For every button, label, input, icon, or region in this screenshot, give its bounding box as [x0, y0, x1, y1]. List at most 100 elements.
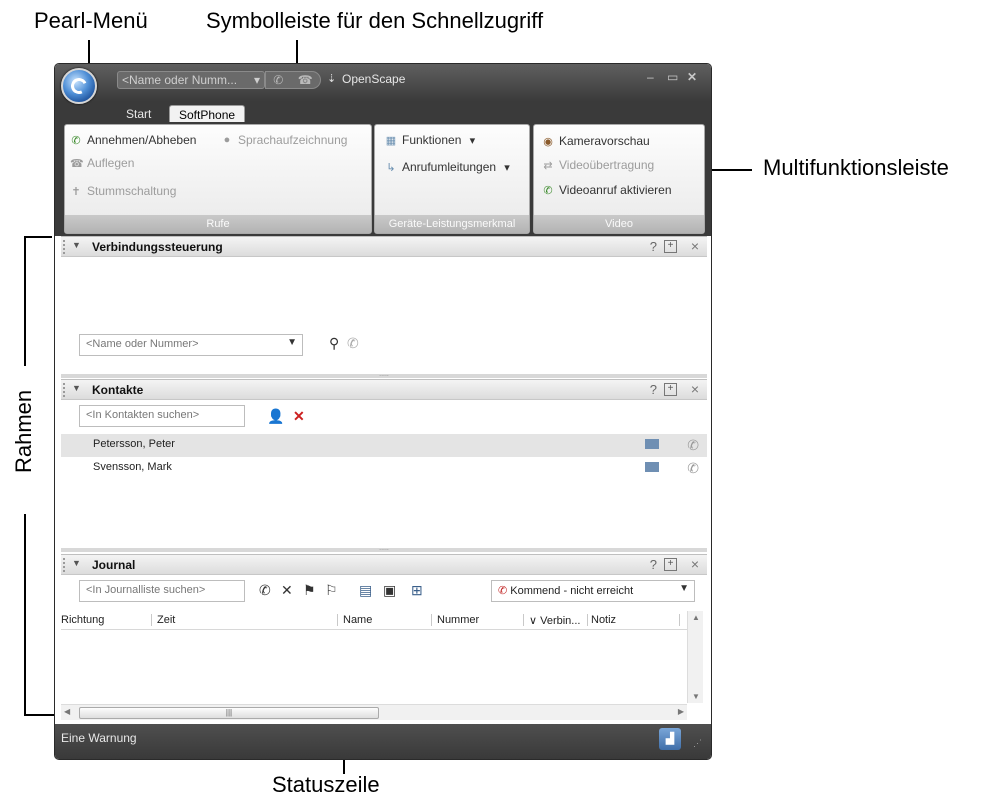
contact-row[interactable]: Petersson, Peter ✆ [61, 434, 707, 457]
panel-body-connection [61, 258, 707, 374]
scroll-left-icon[interactable]: ◀ [64, 707, 70, 716]
scroll-down-icon[interactable]: ▼ [692, 692, 700, 701]
drag-grip-icon[interactable] [63, 383, 66, 397]
journal-filter-select[interactable]: ✆ Kommend - nicht erreicht ▼ [491, 580, 695, 602]
chevron-down-icon: ▾ [504, 161, 510, 174]
keypad-icon: ▦ [385, 134, 397, 147]
journal-search-input[interactable]: <In Journalliste suchen> [79, 580, 245, 602]
sort-icon: ∨ [529, 615, 541, 627]
collapse-arrow-icon[interactable]: ▼ [72, 558, 81, 568]
pearl-menu-button[interactable] [61, 68, 97, 104]
callout-frames-bracket-bottom [24, 514, 26, 714]
quick-access-dial-combo[interactable]: <Name oder Numm... ▾ [117, 71, 265, 89]
phone-dial-icon[interactable]: ✆ [347, 335, 359, 352]
callout-frames-bracket-top [24, 236, 26, 366]
add-contact-icon[interactable]: 👤 [267, 408, 284, 425]
ribbon-mute-button[interactable]: ✝ Stummschaltung [70, 184, 176, 198]
ribbon-functions-button[interactable]: ▦ Funktionen ▾ [385, 133, 478, 147]
panel-splitter[interactable]: ..... [61, 371, 707, 378]
video-call-icon: ✆ [543, 184, 553, 197]
contacts-search-input[interactable]: <In Kontakten suchen> [79, 405, 245, 427]
close-icon[interactable]: × [691, 238, 699, 254]
column-header[interactable]: Nummer [437, 614, 479, 626]
scroll-right-icon[interactable]: ▶ [678, 707, 684, 716]
phone-call-icon[interactable]: ✆ [687, 437, 699, 454]
tab-start[interactable]: Start [117, 105, 160, 123]
help-icon[interactable]: ? [650, 557, 657, 572]
journal-horizontal-scrollbar[interactable]: ◀ ||| ▶ [61, 704, 687, 720]
panel-title: Journal [92, 558, 136, 572]
maximize-icon[interactable]: + [664, 558, 677, 571]
panel-title: Verbindungssteuerung [92, 240, 223, 254]
close-icon[interactable]: ✕ [687, 70, 697, 84]
scroll-thumb[interactable]: ||| [79, 707, 379, 719]
phone-answer-icon: ✆ [71, 134, 81, 147]
missed-call-icon: ✆ [498, 585, 508, 597]
maximize-icon[interactable]: + [664, 383, 677, 396]
phone-dial-icon[interactable]: ✆ [259, 582, 271, 599]
help-icon[interactable]: ? [650, 382, 657, 397]
ribbon-answer-button[interactable]: ✆ Annehmen/Abheben [70, 133, 196, 147]
callout-statusbar: Statuszeile [272, 772, 380, 797]
expand-icon[interactable]: ⊞ [411, 582, 423, 599]
ribbon-video-call-button[interactable]: ✆ Videoanruf aktivieren [542, 183, 671, 197]
tab-softphone[interactable]: SoftPhone [169, 105, 246, 123]
app-window: <Name oder Numm... ▾ ✆ ☎ ⇣ OpenScape – ▭… [54, 63, 712, 760]
flag-icon[interactable]: ⚑ [303, 582, 316, 599]
phone-answer-icon[interactable]: ✆ [273, 73, 283, 87]
ribbon-group-label: Video [534, 215, 704, 233]
list-view-icon[interactable]: ▤ [359, 582, 372, 599]
maximize-icon[interactable]: + [664, 240, 677, 253]
contact-row[interactable]: Svensson, Mark ✆ [61, 457, 707, 480]
close-icon[interactable]: × [691, 381, 699, 397]
delete-icon[interactable]: ✕ [293, 408, 305, 425]
drag-grip-icon[interactable] [63, 240, 66, 254]
ribbon-record-button[interactable]: ● Sprachaufzeichnung [221, 133, 348, 147]
ribbon-video-transfer-button[interactable]: ⇄ Videoübertragung [542, 158, 654, 172]
video-transfer-icon: ⇄ [543, 159, 553, 172]
panel-splitter[interactable]: ..... [61, 545, 707, 552]
minimize-icon[interactable]: – [647, 70, 654, 84]
camera-icon: ◉ [543, 135, 553, 148]
column-header[interactable]: ∨ Verbin... [529, 614, 580, 627]
help-icon[interactable]: ? [650, 239, 657, 254]
quick-access-dial-placeholder: <Name oder Numm... [122, 73, 238, 87]
panel-header-journal: ▼ Journal ? + × [61, 554, 707, 575]
hangup-icon: ☎ [70, 157, 84, 170]
callout-ribbon: Multifunktionsleiste [763, 155, 949, 180]
mail-icon[interactable] [645, 439, 659, 449]
drag-grip-icon[interactable] [63, 558, 66, 572]
ribbon-camera-preview-button[interactable]: ◉ Kameravorschau [542, 134, 650, 148]
window-title: OpenScape [342, 72, 406, 86]
column-header[interactable]: Zeit [157, 614, 175, 626]
connection-status-icon[interactable]: ▟ [659, 728, 681, 750]
maximize-icon[interactable]: ▭ [667, 70, 678, 84]
quick-access-customize-icon[interactable]: ⇣ [327, 72, 336, 85]
search-icon[interactable]: ⚲ [329, 335, 339, 352]
close-icon[interactable]: × [691, 556, 699, 572]
column-header[interactable]: Notiz [591, 614, 616, 626]
chevron-down-icon[interactable]: ▾ [254, 73, 260, 87]
hangup-icon[interactable]: ☎ [298, 73, 313, 87]
column-header[interactable]: Richtung [61, 614, 104, 626]
journal-vertical-scrollbar[interactable]: ▲ ▼ [687, 611, 703, 703]
ribbon-hangup-button[interactable]: ☎ Auflegen [70, 156, 134, 170]
pearl-logo-icon [68, 75, 90, 97]
collapse-arrow-icon[interactable]: ▼ [72, 383, 81, 393]
mail-icon[interactable] [645, 462, 659, 472]
callout-pearl-menu: Pearl-Menü [34, 8, 148, 33]
unflag-icon[interactable]: ⚐ [325, 582, 338, 599]
delete-icon[interactable]: ✕ [281, 582, 293, 599]
resize-grip-icon[interactable]: ⋰ [693, 738, 702, 749]
scroll-up-icon[interactable]: ▲ [692, 613, 700, 622]
chevron-down-icon[interactable]: ▼ [679, 583, 689, 594]
status-bar: Eine Warnung ▟ ⋰ [55, 724, 711, 759]
phone-call-icon[interactable]: ✆ [687, 460, 699, 477]
chevron-down-icon[interactable]: ▼ [287, 337, 297, 348]
record-icon: ● [223, 134, 231, 146]
collapse-arrow-icon[interactable]: ▼ [72, 240, 81, 250]
ribbon-forwarding-button[interactable]: ↳ Anrufumleitungen ▾ [385, 160, 513, 174]
calendar-icon[interactable]: ▣ [383, 582, 396, 599]
column-header[interactable]: Name [343, 614, 372, 626]
dial-input[interactable]: <Name oder Nummer> ▼ [79, 334, 303, 356]
